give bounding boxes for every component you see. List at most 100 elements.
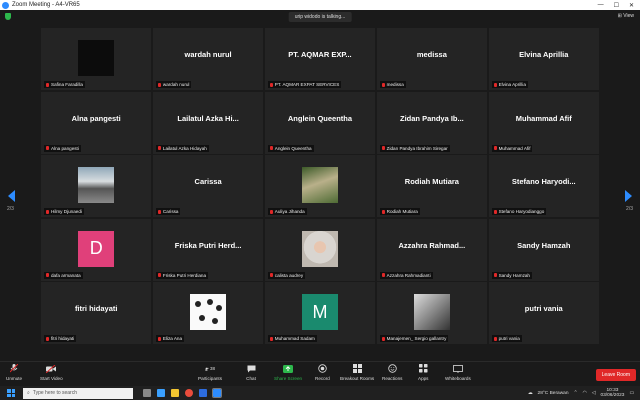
chrome-icon[interactable] xyxy=(185,389,193,397)
taskbar-search-input[interactable]: ⌕ Type here to search xyxy=(23,387,133,399)
participant-tile[interactable]: Lailatul Azka Hi... Lailatul Azka Hidayah xyxy=(152,91,264,154)
participant-display-name: Alna pangesti xyxy=(71,113,121,123)
participant-tile[interactable]: Rodiah Mutiara Rodiah Mutiara xyxy=(376,155,488,217)
participant-name-label: Muhammad Sadam xyxy=(267,335,317,342)
view-button[interactable]: ⊞ View xyxy=(618,13,634,19)
maximize-button[interactable]: ☐ xyxy=(614,2,619,9)
participant-tile[interactable]: Carissa Carissa xyxy=(152,155,264,217)
reactions-icon xyxy=(387,364,397,373)
record-button[interactable]: Record xyxy=(315,364,330,381)
participant-name-label: dafa armanata xyxy=(44,271,83,279)
view-label: View xyxy=(623,13,634,19)
file-explorer-icon[interactable] xyxy=(171,389,179,397)
weather-text[interactable]: 28°C Berawan xyxy=(538,391,569,396)
zoom-logo-icon xyxy=(2,1,9,9)
participant-tile[interactable]: medissa medissa xyxy=(376,28,488,90)
participant-tile[interactable]: Azzahra Rahmad... Azzahra Rahmadianti xyxy=(376,218,488,281)
unmute-button[interactable]: Unmute xyxy=(6,364,22,381)
participant-name-label: Rodiah Mutiara xyxy=(379,208,420,215)
muted-mic-icon xyxy=(157,146,161,150)
participant-display-name: wardah nurul xyxy=(184,50,232,59)
edge-browser-icon[interactable] xyxy=(157,389,165,397)
muted-mic-icon xyxy=(381,209,385,214)
participant-tile[interactable]: Ddafa armanata xyxy=(41,218,152,281)
participant-display-name: Anglein Queentha xyxy=(287,113,353,123)
muted-mic-icon xyxy=(9,364,19,373)
muted-mic-icon xyxy=(157,273,161,277)
participant-name-label: Eliza Ana xyxy=(155,335,185,342)
weather-icon: ☁ xyxy=(527,390,533,396)
participant-name: Muhammad Sadam xyxy=(274,336,315,341)
participant-tile[interactable]: Elvina Aprillia Elvina Aprillia xyxy=(488,28,599,90)
tray-chevron-icon[interactable]: ⌃ xyxy=(574,391,578,396)
participant-tile[interactable]: Auliya Jihanda xyxy=(264,155,376,217)
taskbar-clock[interactable]: 10:33 03/06/2023 xyxy=(600,388,624,399)
windows-taskbar: ⌕ Type here to search ☁ 28°C Berawan ⌃ ◠… xyxy=(0,386,640,400)
participant-name-label: Muhammad Afif xyxy=(491,144,533,152)
participant-tile[interactable]: Zidan Pandya Ib... Zidan Pandya Ibrahim S… xyxy=(376,91,488,154)
participant-name-label: fitri hidayati xyxy=(44,335,77,342)
participant-tile[interactable]: M Muhammad Sadam xyxy=(264,282,376,344)
wifi-icon[interactable]: ◠ xyxy=(583,391,587,396)
participant-video xyxy=(190,294,227,330)
whiteboards-button[interactable]: Whiteboards xyxy=(445,364,471,381)
muted-mic-icon xyxy=(46,209,49,214)
participant-tile[interactable]: Safina Faradilla xyxy=(41,28,152,90)
participant-name: Hilmy Djunaedi xyxy=(51,209,82,214)
participant-name: Safina Faradilla xyxy=(51,82,83,87)
security-shield-icon[interactable] xyxy=(5,13,11,20)
participant-tile[interactable]: Eliza Ana xyxy=(152,282,264,344)
start-video-button[interactable]: Start Video xyxy=(40,364,63,381)
participant-display-name: putri vania xyxy=(524,304,563,313)
clock-date: 03/06/2023 xyxy=(600,393,625,398)
window-title: Zoom Meeting - A4-VR65 xyxy=(12,2,80,8)
participant-display-name: Azzahra Rahmad... xyxy=(398,240,466,250)
participant-tile[interactable]: wardah nurul wardah nurul xyxy=(152,28,264,90)
notification-icon[interactable]: ▭ xyxy=(629,391,634,396)
participant-tile[interactable]: Hilmy Djunaedi xyxy=(41,155,152,217)
participant-name-label: medissa xyxy=(379,81,406,88)
participant-tile[interactable]: Sandy Hamzah Sandy Hamzah xyxy=(488,218,599,281)
volume-icon[interactable]: ◁ xyxy=(592,391,596,396)
start-video-label: Start Video xyxy=(40,376,63,381)
participant-tile[interactable]: Alna pangesti Alna pangesti xyxy=(41,91,152,154)
muted-mic-icon xyxy=(493,82,497,87)
apps-button[interactable]: Apps xyxy=(418,364,428,381)
word-icon[interactable] xyxy=(199,389,207,397)
muted-mic-icon xyxy=(157,209,161,214)
participant-display-name: fitri hidayati xyxy=(74,304,118,313)
next-page-arrow-icon[interactable] xyxy=(625,190,632,202)
chat-button[interactable]: Chat xyxy=(246,364,256,381)
participant-name: dafa armanata xyxy=(51,272,81,278)
participant-tile[interactable]: PT. AQMAR EXP... PT. AQMAR EXPAT SERVICES xyxy=(264,28,376,90)
participant-display-name: medissa xyxy=(416,50,447,59)
participant-tile[interactable]: Muhammad Afif Muhammad Afif xyxy=(488,91,599,154)
participant-tile[interactable]: Stefano Haryodi... Stefano Haryodianggo xyxy=(488,155,599,217)
prev-page-arrow-icon[interactable] xyxy=(8,190,15,202)
page-indicator-left: 2/3 xyxy=(7,206,14,212)
muted-mic-icon xyxy=(46,273,49,277)
windows-start-icon[interactable] xyxy=(7,389,15,397)
breakout-rooms-button[interactable]: Breakout Rooms xyxy=(340,364,374,381)
participant-tile[interactable]: Manajemen_ Sergio gallantry xyxy=(376,282,488,344)
zoom-taskbar-icon[interactable] xyxy=(212,388,222,398)
minimize-button[interactable]: — xyxy=(598,2,604,9)
participants-button[interactable]: 38 Participants xyxy=(198,364,222,381)
participant-tile[interactable]: Friska Putri Herd... Friska Putri Herdian… xyxy=(152,218,264,281)
reactions-button[interactable]: Reactions xyxy=(382,364,402,381)
muted-mic-icon xyxy=(269,273,273,277)
share-screen-button[interactable]: Share Screen xyxy=(274,364,302,381)
participant-name: Lailatul Azka Hidayah xyxy=(162,145,207,151)
participant-name: Eliza Ana xyxy=(162,336,183,341)
participant-name: calista audrey xyxy=(274,272,304,278)
window-titlebar: Zoom Meeting - A4-VR65 — ☐ ✕ xyxy=(0,0,640,10)
participant-display-name: Elvina Aprillia xyxy=(519,50,569,59)
close-button[interactable]: ✕ xyxy=(629,2,634,9)
participant-tile[interactable]: fitri hidayati fitri hidayati xyxy=(41,282,152,344)
avatar: D xyxy=(78,230,115,267)
participant-tile[interactable]: putri vania putri vania xyxy=(488,282,599,344)
participant-tile[interactable]: Anglein Queentha Anglein Queentha xyxy=(264,91,376,154)
task-view-icon[interactable] xyxy=(143,389,151,397)
leave-room-button[interactable]: Leave Room xyxy=(595,369,636,381)
participant-tile[interactable]: calista audrey xyxy=(264,218,376,281)
